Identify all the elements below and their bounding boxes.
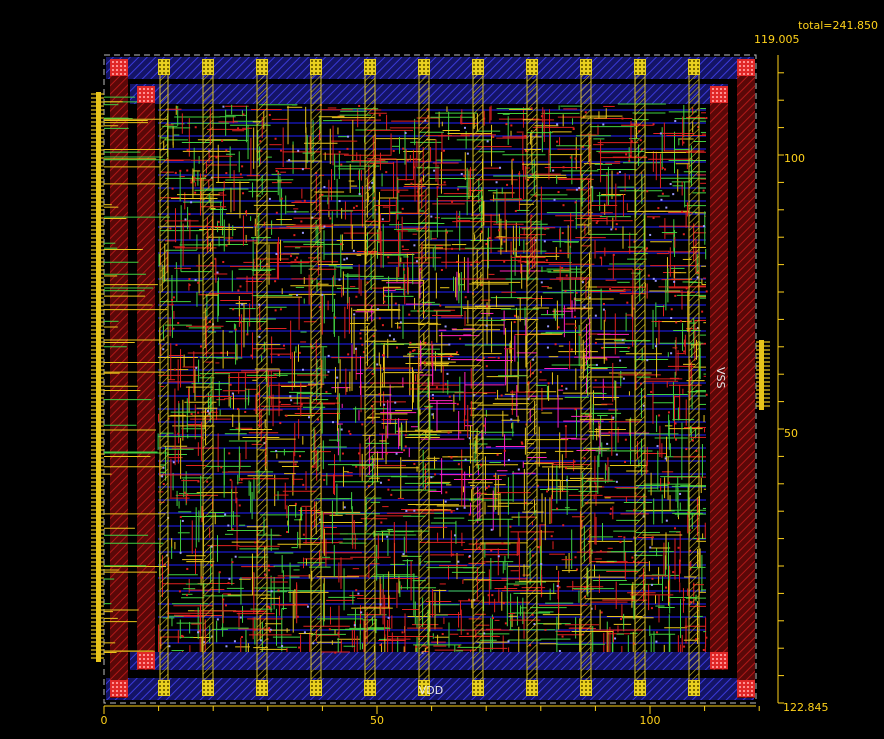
x-tick-label-50: 50	[370, 714, 384, 727]
right-io-pins	[756, 340, 770, 410]
chip-layout-canvas[interactable]: VDD VSS 0 50 100 100 50 total=241.850 11…	[0, 0, 884, 739]
left-outer-ring	[110, 60, 128, 698]
x-tick-label-100: 100	[640, 714, 661, 727]
y-axis-ticks	[778, 72, 784, 704]
y-tick-label-50: 50	[784, 427, 798, 440]
top-right-coordinate: 119.005	[754, 33, 800, 46]
left-inner-ring	[137, 86, 155, 670]
net-label-vss: VSS	[714, 367, 727, 389]
right-outer-ring	[737, 60, 755, 698]
total-label: total=241.850	[798, 19, 878, 32]
x-tick-label-0: 0	[101, 714, 108, 727]
y-tick-label-100: 100	[784, 152, 805, 165]
net-label-vdd: VDD	[419, 684, 443, 697]
bottom-right-coordinate: 122.845	[783, 701, 829, 714]
x-axis-ticks	[103, 706, 760, 714]
left-io-pins	[91, 92, 104, 662]
